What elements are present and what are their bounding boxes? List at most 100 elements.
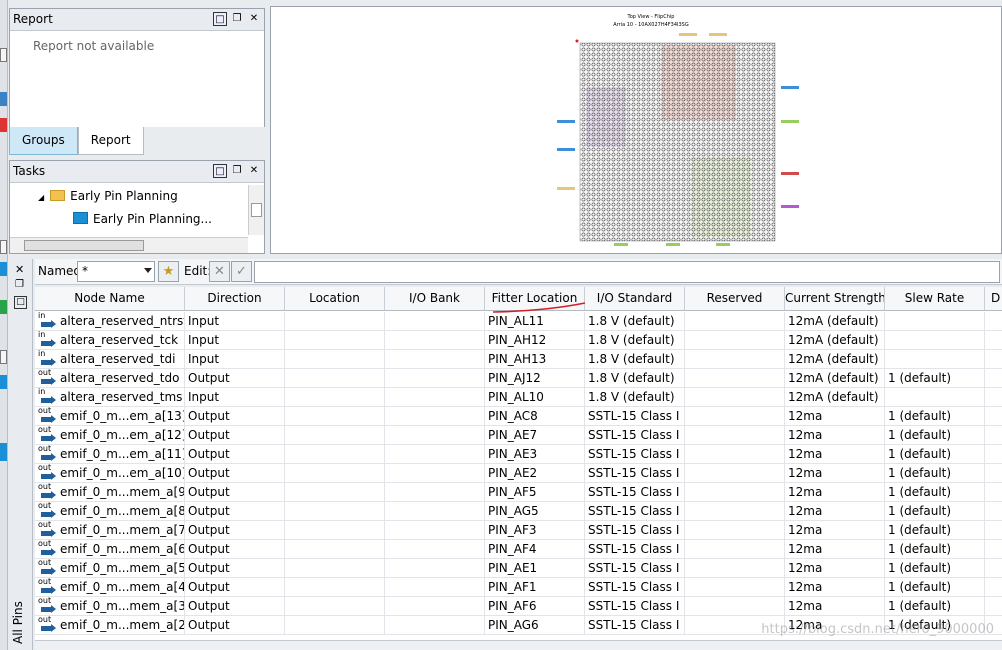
tree-item-early-pin-planning[interactable]: ◢ Early Pin Planning <box>38 189 178 203</box>
cell-fitter[interactable]: PIN_AC8 <box>485 407 585 426</box>
cell-location[interactable] <box>285 578 385 597</box>
accept-edit-button[interactable]: ✓ <box>231 261 252 282</box>
cell-reserved[interactable] <box>685 388 785 407</box>
cell-name[interactable]: emif_0_m...em_a[12] <box>35 426 185 445</box>
cell-d[interactable] <box>985 464 1002 483</box>
cell-location[interactable] <box>285 369 385 388</box>
tab-groups[interactable]: Groups <box>9 127 78 155</box>
cell-std[interactable]: SSTL-15 Class I <box>585 407 685 426</box>
table-row[interactable]: out emif_0_m...mem_a[5] Output PIN_AE1 SSTL-… <box>35 558 1002 578</box>
cell-location[interactable] <box>285 445 385 464</box>
close-icon[interactable]: ✕ <box>247 164 261 178</box>
cancel-edit-button[interactable]: ✕ <box>209 261 230 282</box>
table-row[interactable]: out emif_0_m...mem_a[8] Output PIN_AG5 SSTL-… <box>35 501 1002 521</box>
expand-arrow-icon[interactable]: ◢ <box>38 193 44 202</box>
cell-reserved[interactable] <box>685 540 785 559</box>
cell-name[interactable]: emif_0_m...em_a[11] <box>35 445 185 464</box>
cell-bank[interactable] <box>385 578 485 597</box>
cell-slew[interactable]: 1 (default) <box>885 540 985 559</box>
cell-std[interactable]: SSTL-15 Class I <box>585 578 685 597</box>
cell-fitter[interactable]: PIN_AF3 <box>485 521 585 540</box>
cell-reserved[interactable] <box>685 578 785 597</box>
scrollbar-thumb[interactable] <box>24 240 144 251</box>
cell-d[interactable] <box>985 388 1002 407</box>
cell-slew[interactable] <box>885 331 985 350</box>
cell-slew[interactable]: 1 (default) <box>885 407 985 426</box>
table-horizontal-scrollbar[interactable] <box>35 640 1002 650</box>
column-header-d[interactable]: D <box>985 287 1002 311</box>
cell-reserved[interactable] <box>685 483 785 502</box>
cell-d[interactable] <box>985 597 1002 616</box>
table-row[interactable]: out emif_0_m...em_a[13] Output PIN_AC8 SSTL-… <box>35 406 1002 426</box>
cell-reserved[interactable] <box>685 445 785 464</box>
cell-strength[interactable]: 12ma <box>785 483 885 502</box>
cell-bank[interactable] <box>385 464 485 483</box>
horizontal-scrollbar[interactable] <box>10 237 248 253</box>
cell-location[interactable] <box>285 426 385 445</box>
tool-icon[interactable] <box>0 92 7 106</box>
table-row[interactable]: in altera_reserved_tms Input PIN_AL10 1.8 V … <box>35 387 1002 407</box>
cell-slew[interactable]: 1 (default) <box>885 445 985 464</box>
table-row[interactable]: out altera_reserved_tdo Output PIN_AJ12 1.8 … <box>35 368 1002 388</box>
table-row[interactable]: out emif_0_m...mem_a[3] Output PIN_AF6 SSTL-… <box>35 596 1002 616</box>
cell-strength[interactable]: 12ma <box>785 559 885 578</box>
cell-name[interactable]: emif_0_m...mem_a[5] <box>35 559 185 578</box>
cell-std[interactable]: SSTL-15 Class I <box>585 445 685 464</box>
cell-name[interactable]: emif_0_m...mem_a[9] <box>35 483 185 502</box>
table-row[interactable]: in altera_reserved_tck Input PIN_AH12 1.8 V … <box>35 330 1002 350</box>
tool-icon[interactable] <box>0 240 7 254</box>
cell-name[interactable]: emif_0_m...mem_a[3] <box>35 597 185 616</box>
column-header-io-bank[interactable]: I/O Bank <box>385 287 485 311</box>
tab-report[interactable]: Report <box>77 127 144 155</box>
all-pins-tab[interactable]: All Pins <box>11 601 25 644</box>
scrollbar-thumb[interactable] <box>251 203 262 217</box>
cell-location[interactable] <box>285 616 385 635</box>
cell-fitter[interactable]: PIN_AG5 <box>485 502 585 521</box>
cell-std[interactable]: 1.8 V (default) <box>585 350 685 369</box>
cell-d[interactable] <box>985 483 1002 502</box>
tree-item-early-pin-planning-task[interactable]: Early Pin Planning... <box>73 212 212 226</box>
cell-location[interactable] <box>285 312 385 331</box>
cell-name[interactable]: altera_reserved_tdo <box>35 369 185 388</box>
cell-reserved[interactable] <box>685 350 785 369</box>
pin-icon[interactable]: □ <box>14 296 27 309</box>
cell-name[interactable]: altera_reserved_ntrst <box>35 312 185 331</box>
cell-direction[interactable]: Output <box>185 616 285 635</box>
table-row[interactable]: in altera_reserved_ntrst Input PIN_AL11 1.8 … <box>35 311 1002 331</box>
cell-reserved[interactable] <box>685 502 785 521</box>
cell-strength[interactable]: 12ma <box>785 597 885 616</box>
cell-strength[interactable]: 12ma <box>785 426 885 445</box>
cell-d[interactable] <box>985 312 1002 331</box>
cell-std[interactable]: SSTL-15 Class I <box>585 483 685 502</box>
cell-reserved[interactable] <box>685 331 785 350</box>
cell-slew[interactable]: 1 (default) <box>885 578 985 597</box>
tool-icon[interactable] <box>0 262 7 276</box>
cell-direction[interactable]: Output <box>185 540 285 559</box>
tool-icon[interactable] <box>0 443 7 461</box>
cell-name[interactable]: emif_0_m...mem_a[2] <box>35 616 185 635</box>
cell-name[interactable]: emif_0_m...em_a[10] <box>35 464 185 483</box>
cell-direction[interactable]: Output <box>185 369 285 388</box>
cell-strength[interactable]: 12ma <box>785 540 885 559</box>
cell-location[interactable] <box>285 483 385 502</box>
table-row[interactable]: out emif_0_m...mem_a[7] Output PIN_AF3 SSTL-… <box>35 520 1002 540</box>
cell-slew[interactable]: 1 (default) <box>885 559 985 578</box>
cell-strength[interactable]: 12ma <box>785 445 885 464</box>
cell-location[interactable] <box>285 502 385 521</box>
close-icon[interactable]: ✕ <box>15 263 24 276</box>
cell-strength[interactable]: 12mA (default) <box>785 369 885 388</box>
cell-slew[interactable]: 1 (default) <box>885 521 985 540</box>
cell-reserved[interactable] <box>685 464 785 483</box>
float-icon[interactable]: ❐ <box>230 12 244 26</box>
column-header-direction[interactable]: Direction <box>185 287 285 311</box>
cell-direction[interactable]: Input <box>185 350 285 369</box>
cell-reserved[interactable] <box>685 559 785 578</box>
cell-strength[interactable]: 12mA (default) <box>785 388 885 407</box>
cell-reserved[interactable] <box>685 312 785 331</box>
cell-bank[interactable] <box>385 388 485 407</box>
cell-bank[interactable] <box>385 521 485 540</box>
cell-location[interactable] <box>285 597 385 616</box>
cell-fitter[interactable]: PIN_AE7 <box>485 426 585 445</box>
cell-std[interactable]: SSTL-15 Class I <box>585 464 685 483</box>
cell-name[interactable]: altera_reserved_tms <box>35 388 185 407</box>
